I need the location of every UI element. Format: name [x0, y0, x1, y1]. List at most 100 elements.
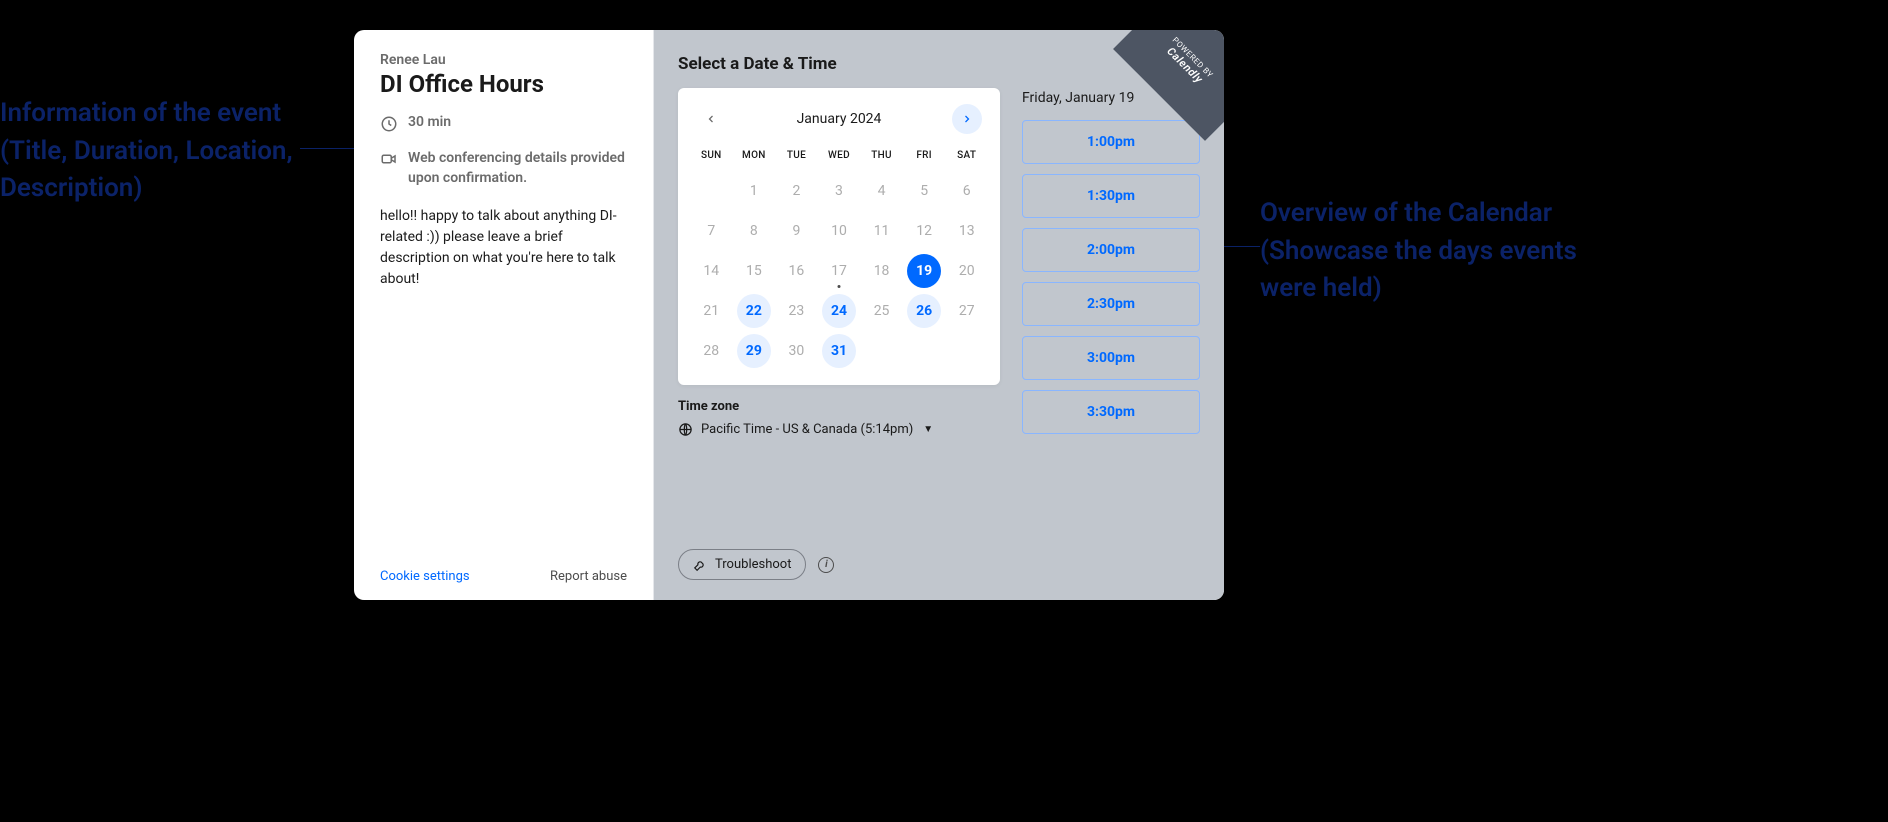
clock-icon	[380, 115, 398, 133]
calendar-day[interactable]: 31	[822, 334, 856, 368]
calendar-day-cell: 20	[945, 251, 988, 291]
calendar-day-cell: 19	[903, 251, 946, 291]
calendar-header: January 2024	[690, 104, 988, 144]
event-info-pane: Renee Lau DI Office Hours 30 min Web con…	[354, 30, 654, 600]
calendar-day: 25	[865, 294, 899, 328]
calendar-day-cell: 28	[690, 331, 733, 371]
time-slot-button[interactable]: 2:00pm	[1022, 228, 1200, 272]
calendar-day-cell: 22	[733, 291, 776, 331]
calendar-month-label: January 2024	[797, 111, 882, 127]
calendar-day-cell	[860, 331, 903, 371]
calendar: January 2024 SUNMONTUEWEDTHUFRISAT123456…	[678, 88, 1000, 385]
timezone-block: Time zone Pacific Time - US & Canada (5:…	[678, 399, 1000, 437]
time-slot-button[interactable]: 3:00pm	[1022, 336, 1200, 380]
booking-card: Renee Lau DI Office Hours 30 min Web con…	[354, 30, 1224, 600]
time-slot-button[interactable]: 1:00pm	[1022, 120, 1200, 164]
duration-row: 30 min	[380, 114, 627, 133]
annotation-left: Information of the event (Title, Duratio…	[0, 95, 300, 208]
timezone-selector[interactable]: Pacific Time - US & Canada (5:14pm) ▼	[678, 422, 1000, 437]
calendar-dow: TUE	[775, 144, 818, 171]
calendar-day[interactable]: 19	[907, 254, 941, 288]
calendar-day: 9	[779, 214, 813, 248]
chevron-left-icon	[705, 113, 717, 125]
report-abuse-link[interactable]: Report abuse	[550, 569, 627, 584]
calendar-day-cell: 4	[860, 171, 903, 211]
info-icon: i	[825, 559, 828, 570]
calendar-column: January 2024 SUNMONTUEWEDTHUFRISAT123456…	[678, 88, 1000, 437]
calendar-day: 23	[779, 294, 813, 328]
calendar-day-cell: 7	[690, 211, 733, 251]
left-footer: Cookie settings Report abuse	[380, 569, 627, 584]
calendar-day: 4	[865, 174, 899, 208]
calendar-day-cell: 23	[775, 291, 818, 331]
calendar-day-cell: 2	[775, 171, 818, 211]
calendar-day[interactable]: 22	[737, 294, 771, 328]
calendar-day-cell: 14	[690, 251, 733, 291]
time-slot-button[interactable]: 2:30pm	[1022, 282, 1200, 326]
calendar-dow: FRI	[903, 144, 946, 171]
calendar-day-cell: 12	[903, 211, 946, 251]
calendar-day-cell: 21	[690, 291, 733, 331]
event-description: hello!! happy to talk about anything DI-…	[380, 206, 627, 290]
calendar-day[interactable]: 29	[737, 334, 771, 368]
calendar-day-cell: 18	[860, 251, 903, 291]
calendar-slots-row: January 2024 SUNMONTUEWEDTHUFRISAT123456…	[678, 88, 1200, 437]
calendar-dow: SUN	[690, 144, 733, 171]
calendar-day-cell: 16	[775, 251, 818, 291]
cookie-settings-link[interactable]: Cookie settings	[380, 569, 470, 584]
troubleshoot-button[interactable]: Troubleshoot	[678, 549, 806, 580]
calendar-day: 14	[694, 254, 728, 288]
time-slot-list: 1:00pm 1:30pm 2:00pm 2:30pm 3:00pm 3:30pm	[1022, 120, 1200, 434]
calendar-dow: SAT	[945, 144, 988, 171]
calendar-day-cell	[945, 331, 988, 371]
calendar-day: 3	[822, 174, 856, 208]
calendar-day: 28	[694, 334, 728, 368]
scheduler-pane: POWERED BY Calendly Select a Date & Time…	[654, 30, 1224, 600]
calendar-day-cell: 6	[945, 171, 988, 211]
troubleshoot-label: Troubleshoot	[715, 557, 791, 572]
calendar-day-cell	[690, 171, 733, 211]
today-dot-icon	[837, 285, 840, 288]
calendar-day-cell: 31	[818, 331, 861, 371]
calendar-day: 30	[779, 334, 813, 368]
calendar-day-cell: 29	[733, 331, 776, 371]
time-slot-button[interactable]: 1:30pm	[1022, 174, 1200, 218]
host-name: Renee Lau	[380, 52, 627, 68]
calendar-day-cell: 26	[903, 291, 946, 331]
calendar-day-cell: 24	[818, 291, 861, 331]
calendar-grid: SUNMONTUEWEDTHUFRISAT1234567891011121314…	[690, 144, 988, 371]
calendar-day-cell: 17	[818, 251, 861, 291]
annotation-line-left	[300, 148, 360, 149]
timezone-value: Pacific Time - US & Canada (5:14pm)	[701, 422, 913, 437]
calendar-day: 27	[950, 294, 984, 328]
next-month-button[interactable]	[952, 104, 982, 134]
calendar-day: 12	[907, 214, 941, 248]
info-button[interactable]: i	[818, 557, 834, 573]
timezone-label: Time zone	[678, 399, 1000, 414]
chevron-right-icon	[961, 113, 973, 125]
calendar-day-cell: 15	[733, 251, 776, 291]
calendar-day-cell	[903, 331, 946, 371]
prev-month-button[interactable]	[696, 104, 726, 134]
calendar-day[interactable]: 26	[907, 294, 941, 328]
calendar-day: 5	[907, 174, 941, 208]
time-slots-column: Friday, January 19 1:00pm1:30pm2:00pm2:3…	[1022, 88, 1200, 434]
calendar-dow: WED	[818, 144, 861, 171]
time-slot-button[interactable]: 3:30pm	[1022, 390, 1200, 434]
right-footer: Troubleshoot i	[678, 529, 1200, 580]
calendar-day-cell: 13	[945, 211, 988, 251]
caret-down-icon: ▼	[923, 424, 933, 435]
calendar-day: 13	[950, 214, 984, 248]
calendar-day-cell: 5	[903, 171, 946, 211]
calendar-day-cell: 9	[775, 211, 818, 251]
calendar-day-cell: 10	[818, 211, 861, 251]
calendar-day: 15	[737, 254, 771, 288]
globe-icon	[678, 422, 693, 437]
calendar-day[interactable]: 24	[822, 294, 856, 328]
calendar-day-cell: 8	[733, 211, 776, 251]
calendar-day: 18	[865, 254, 899, 288]
calendar-dow: THU	[860, 144, 903, 171]
calendar-day-cell: 25	[860, 291, 903, 331]
location-text: Web conferencing details provided upon c…	[408, 149, 627, 188]
video-icon	[380, 150, 398, 168]
